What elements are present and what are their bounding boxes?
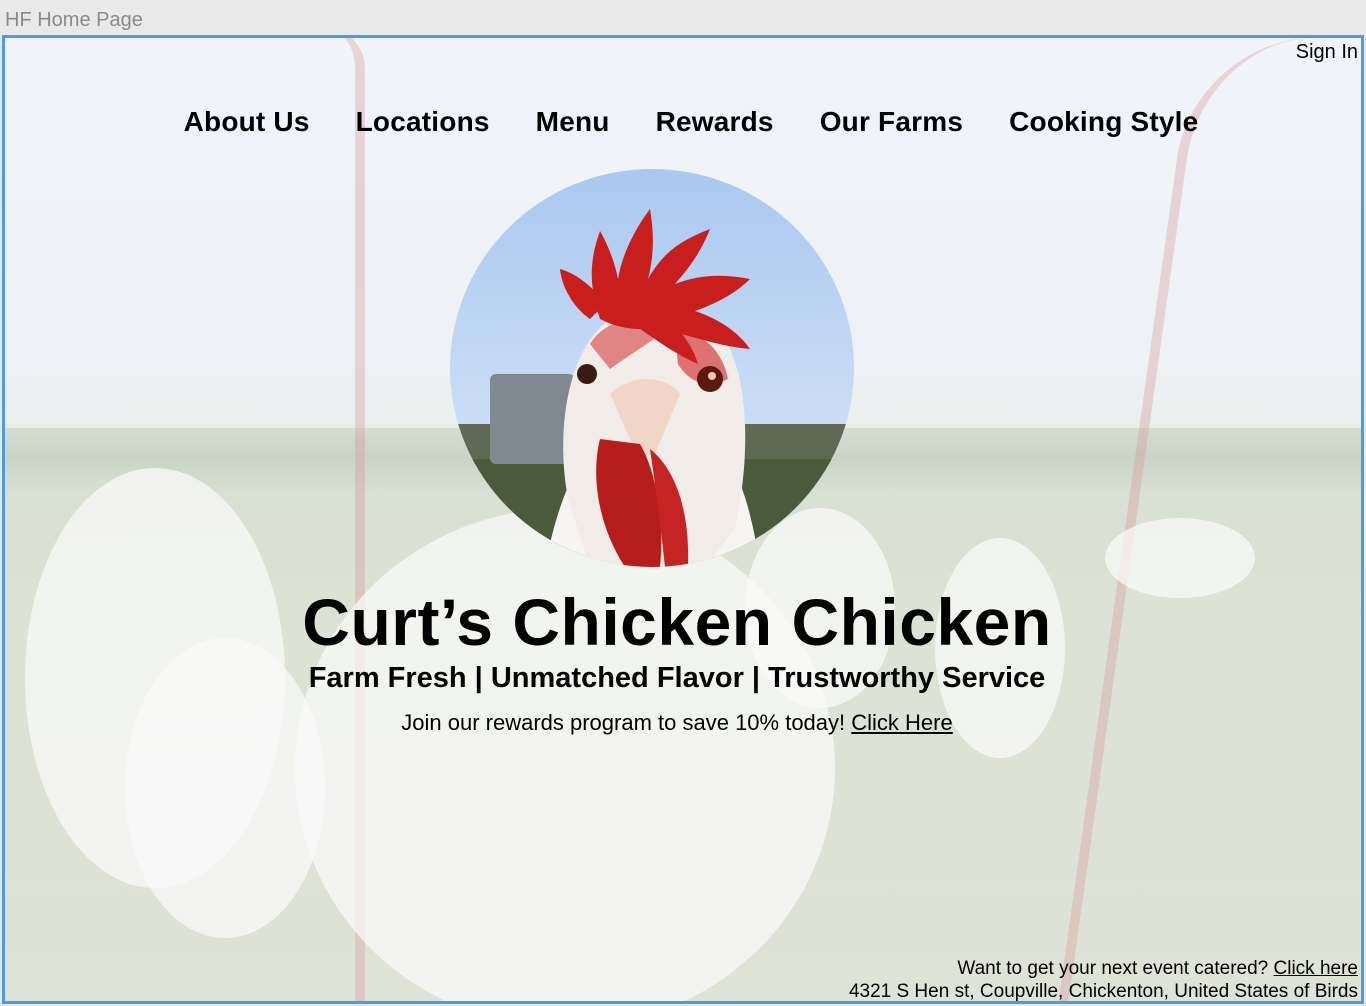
rewards-promo-text: Join our rewards program to save 10% tod… [401,710,852,735]
nav-item-menu[interactable]: Menu [536,104,610,140]
rewards-promo: Join our rewards program to save 10% tod… [5,709,1361,737]
frame-title: HF Home Page [5,9,143,31]
nav-item-our-farms[interactable]: Our Farms [820,104,963,140]
nav-item-cooking-style[interactable]: Cooking Style [1009,104,1198,140]
page-frame: Sign In About Us Locations Menu Rewards … [2,35,1364,1004]
footer: Want to get your next event catered? Cli… [848,957,1358,1002]
nav-item-locations[interactable]: Locations [356,104,490,140]
main-nav: About Us Locations Menu Rewards Our Farm… [5,104,1361,140]
catering-click-here-link[interactable]: Click here [1274,958,1358,979]
sign-in-link[interactable]: Sign In [1296,40,1358,64]
nav-item-rewards[interactable]: Rewards [656,104,774,140]
hero-subtitle: Farm Fresh | Unmatched Flavor | Trustwor… [308,662,1046,694]
nav-item-about-us[interactable]: About Us [184,104,310,140]
rewards-click-here-link[interactable]: Click Here [851,710,952,735]
hero-title: Curt’s Chicken Chicken [302,585,1052,659]
catering-text: Want to get your next event catered? [957,958,1274,979]
address: 4321 S Hen st, Coupville, Chickenton, Un… [848,981,1358,1002]
catering-line: Want to get your next event catered? Cli… [849,957,1358,980]
rooster-image [450,169,854,567]
